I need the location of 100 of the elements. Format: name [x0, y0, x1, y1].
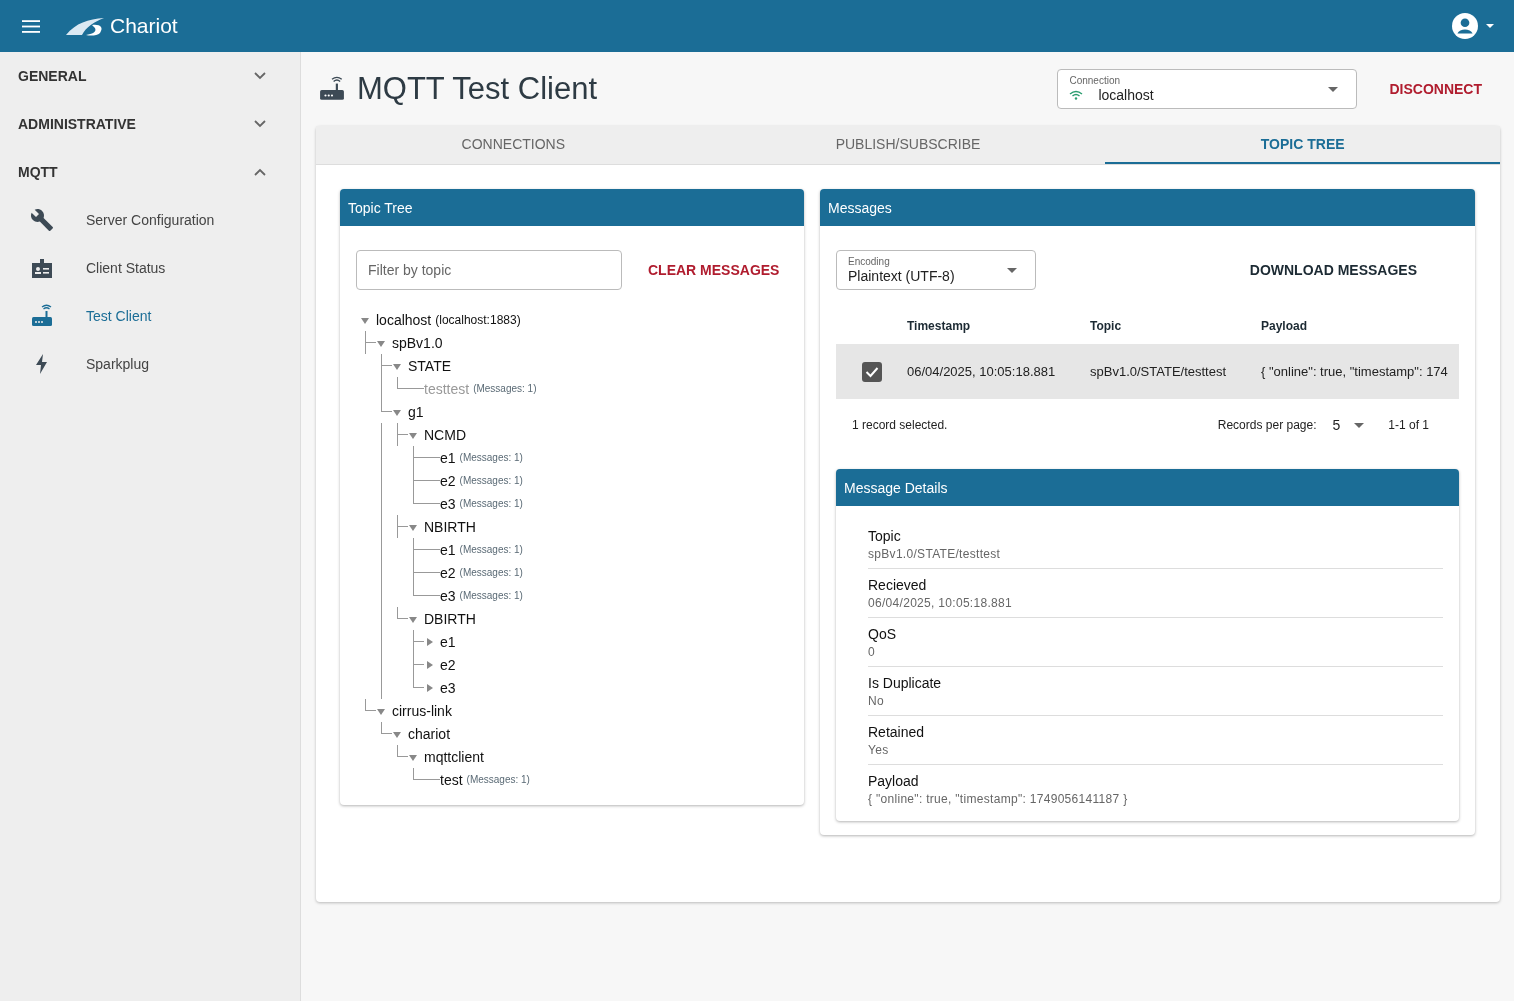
sidebar-section-header[interactable]: GENERAL [0, 52, 300, 100]
message-count: (Messages: 1) [459, 475, 523, 486]
column-header: Timestamp [907, 319, 972, 333]
tree-node[interactable]: e1 [440, 449, 456, 466]
table-cell-text: spBv1.0/STATE/testtest [1090, 364, 1228, 379]
wrench-icon [30, 208, 54, 232]
message-count: (Messages: 1) [459, 567, 523, 578]
id-badge-icon [30, 256, 54, 280]
tree-node[interactable]: test [440, 771, 463, 788]
detail-label: Retained [868, 724, 926, 740]
detail-label: QoS [868, 626, 897, 642]
account-icon[interactable] [1452, 13, 1478, 39]
detail-value: spBv1.0/STATE/testtest [868, 547, 1002, 561]
detail-value: 06/04/2025, 10:05:18.881 [868, 596, 1013, 610]
tab[interactable]: PUBLISH/SUBSCRIBE [710, 126, 1106, 164]
caret-right-icon[interactable] [424, 682, 434, 693]
tree-line [397, 607, 408, 619]
encoding-select[interactable]: Encoding Plaintext (UTF-8) [836, 250, 1036, 290]
wifi-icon [1069, 90, 1084, 100]
card-header: Topic Tree [340, 189, 804, 226]
chevron-down-icon [254, 72, 266, 80]
detail-label: Is Duplicate [868, 675, 943, 691]
card-header: Messages [820, 189, 1475, 226]
records-per-page-label: Records per page: [1217, 418, 1317, 432]
tree-node[interactable]: e3 [440, 495, 456, 512]
dropdown-arrow-icon [1328, 87, 1339, 92]
page-range: 1-1 of 1 [1388, 418, 1429, 432]
tree-node[interactable]: cirrus-link [392, 702, 452, 719]
sidebar-section-header[interactable]: MQTT [0, 148, 300, 196]
detail-label: Payload [868, 773, 920, 789]
chevron-down-icon [254, 120, 266, 128]
card-header: Message Details [836, 469, 1459, 506]
detail-label: Recieved [868, 577, 928, 593]
tree-node[interactable]: chariot [408, 725, 451, 742]
detail-value: Yes [868, 743, 890, 757]
tree-node[interactable]: e1 [440, 541, 456, 558]
message-count: (Messages: 1) [459, 498, 523, 509]
detail-value: { "online": true, "timestamp": 1749056141187 } [868, 792, 1129, 806]
sidebar-item[interactable]: Sparkplug [0, 340, 300, 388]
disconnect-button[interactable]: DISCONNECT [1381, 75, 1490, 103]
sidebar-item[interactable]: Client Status [0, 244, 300, 292]
sidebar-item[interactable]: Server Configuration [0, 196, 300, 244]
records-per-page-select[interactable]: 5 [1332, 417, 1341, 433]
tree-line [365, 699, 376, 711]
message-count: (Messages: 1) [459, 544, 523, 555]
tree-node[interactable]: STATE [408, 357, 452, 374]
message-count: (Messages: 1) [459, 452, 523, 463]
caret-right-icon[interactable] [424, 659, 434, 670]
host-address: (localhost:1883) [435, 312, 521, 327]
table-row[interactable]: 06/04/2025, 10:05:18.881 spBv1.0/STATE/testtest { "online": true, "timestamp": 174 [836, 344, 1459, 399]
tree-line [413, 630, 424, 653]
sidebar-section-header[interactable]: ADMINISTRATIVE [0, 100, 300, 148]
menu-icon[interactable] [22, 19, 40, 33]
download-messages-button[interactable]: DOWNLOAD MESSAGES [1241, 256, 1425, 284]
tree-node[interactable]: e2 [440, 472, 456, 489]
checkbox[interactable] [861, 361, 882, 382]
column-header: Payload [1261, 319, 1309, 333]
tree-node[interactable]: e1 [440, 633, 456, 650]
tree-node[interactable]: spBv1.0 [392, 334, 443, 351]
brand-name: Chariot [110, 14, 178, 38]
tree-node[interactable]: e3 [440, 679, 456, 696]
detail-value: 0 [868, 645, 876, 659]
tree-node[interactable]: mqttclient [424, 748, 484, 765]
column-header: Topic [1090, 319, 1123, 333]
tree-node[interactable]: DBIRTH [424, 610, 476, 627]
tree-line [397, 745, 408, 757]
clear-messages-button[interactable]: CLEAR MESSAGES [640, 256, 788, 284]
message-count: (Messages: 1) [466, 774, 530, 785]
tree-node[interactable]: e2 [440, 564, 456, 581]
caret-icon[interactable] [1486, 24, 1494, 28]
tree-node[interactable]: e2 [440, 656, 456, 673]
tab[interactable]: TOPIC TREE [1105, 126, 1500, 164]
tab[interactable]: CONNECTIONS [316, 126, 711, 164]
caret-right-icon[interactable] [424, 636, 434, 647]
router-icon [319, 76, 345, 102]
tree-node[interactable]: g1 [408, 403, 424, 420]
filter-field[interactable]: Filter by topic [356, 250, 622, 290]
tree-line [381, 722, 392, 734]
tree-node[interactable]: NCMD [424, 426, 466, 443]
table-cell-text: { "online": true, "timestamp": 174 [1261, 364, 1449, 379]
connection-select[interactable]: Connection localhost [1057, 69, 1358, 109]
sidebar-item[interactable]: Test Client [0, 292, 300, 340]
dropdown-arrow-icon [1007, 268, 1017, 273]
dropdown-arrow-icon[interactable] [1354, 422, 1365, 428]
detail-label: Topic [868, 528, 902, 544]
tree-node[interactable]: localhost [376, 311, 432, 328]
chevron-up-icon [254, 168, 266, 176]
tree-line [397, 515, 408, 538]
detail-value: No [868, 694, 885, 708]
router-icon [30, 304, 54, 328]
swoosh-logo-icon [64, 15, 106, 37]
message-count: (Messages: 1) [473, 383, 537, 394]
tree-line [365, 331, 376, 354]
selection-count: 1 record selected. [852, 418, 948, 432]
tree-line [397, 423, 408, 446]
message-count: (Messages: 1) [459, 590, 523, 601]
page-title: MQTT Test Client [357, 71, 598, 107]
tree-node[interactable]: NBIRTH [424, 518, 476, 535]
table-cell-text: 06/04/2025, 10:05:18.881 [907, 364, 1057, 379]
tree-node[interactable]: e3 [440, 587, 456, 604]
